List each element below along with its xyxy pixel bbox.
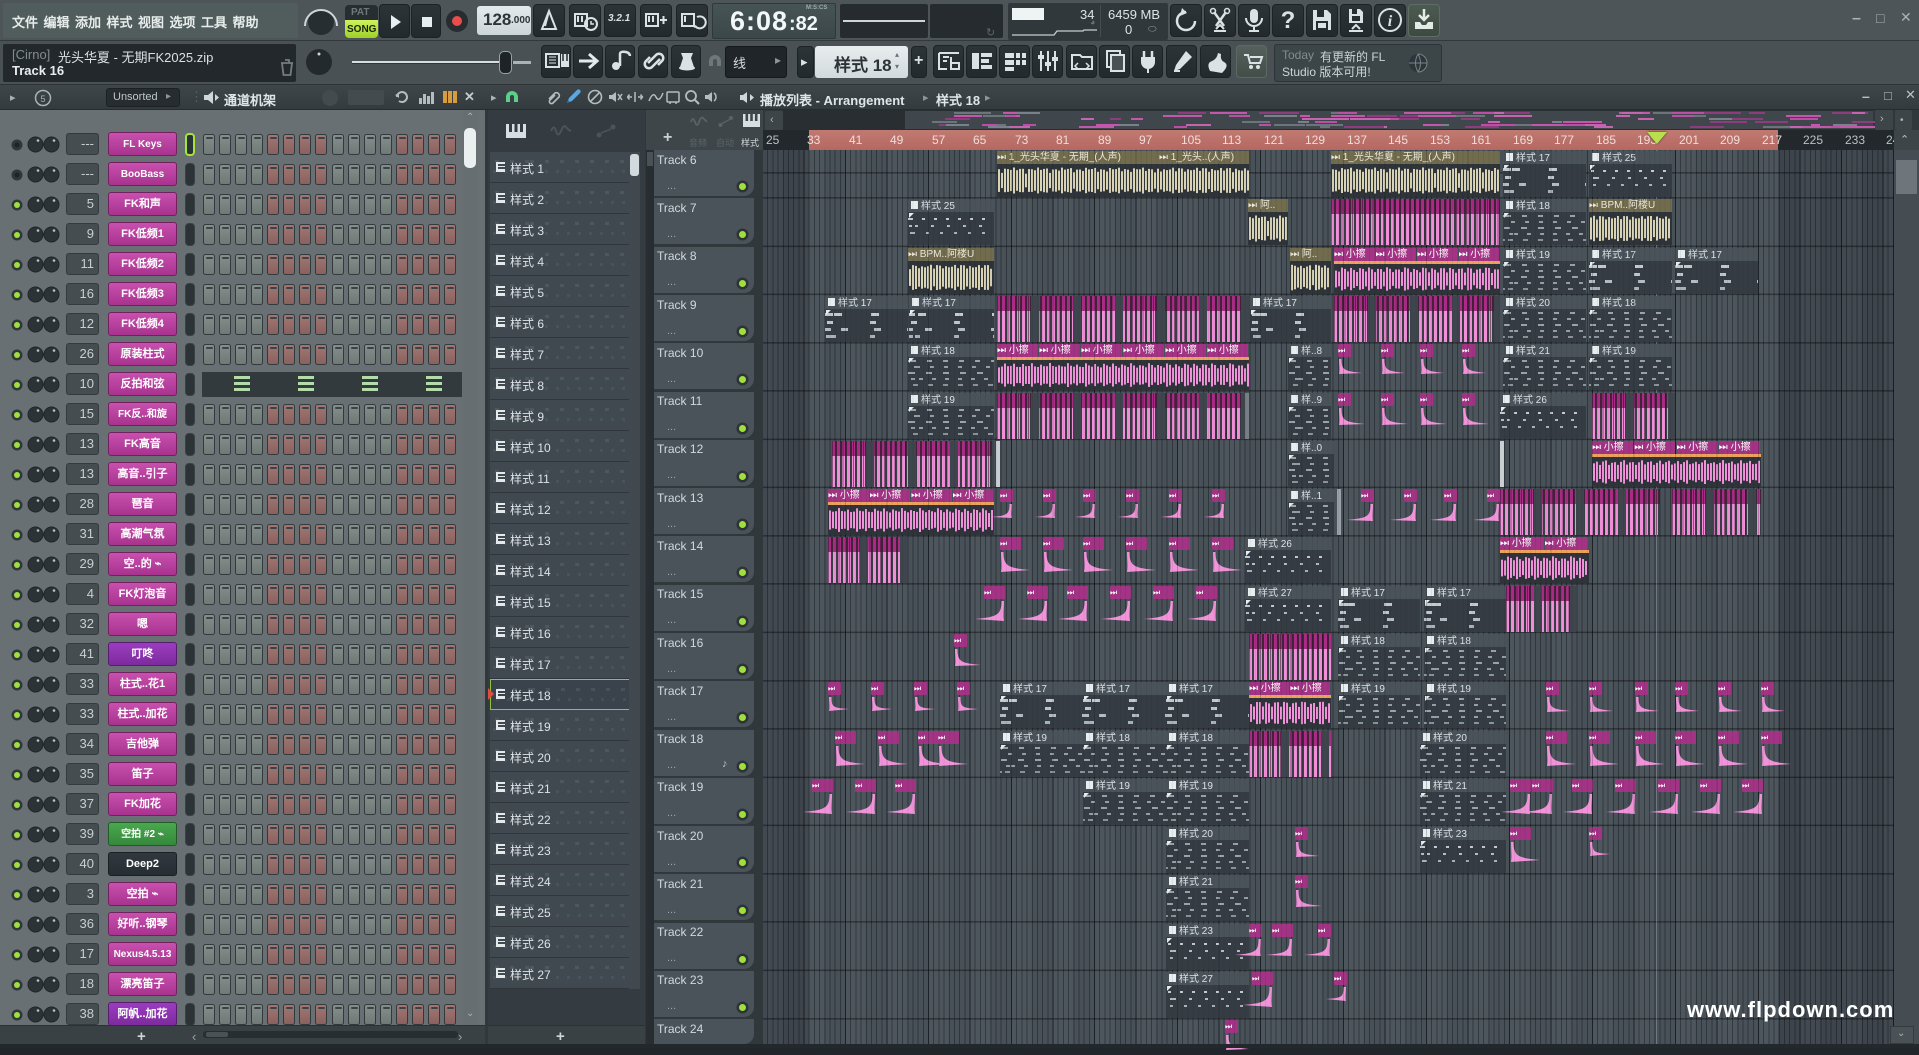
svg-text:5: 5 [40,94,45,104]
svg-text:?: ? [1281,7,1296,34]
svg-text:i: i [1388,13,1393,30]
